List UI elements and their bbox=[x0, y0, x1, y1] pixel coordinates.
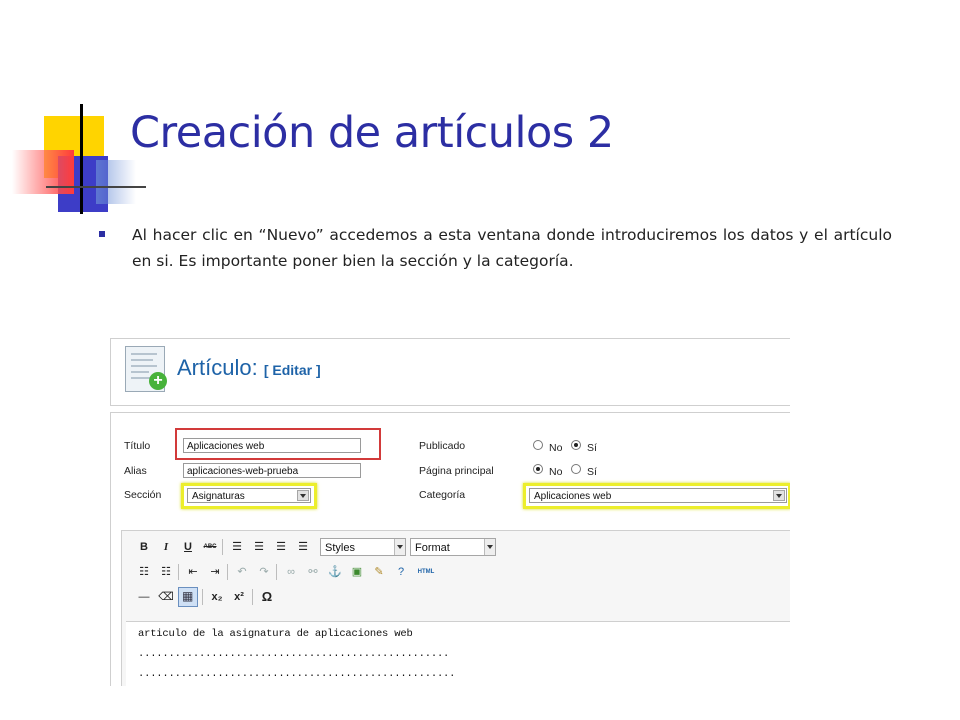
published-yes-radio[interactable] bbox=[571, 440, 581, 450]
slide-title: Creación de artículos 2 bbox=[130, 108, 614, 158]
chevron-down-icon bbox=[394, 539, 405, 555]
section-select-value: Asignaturas bbox=[192, 491, 245, 502]
bullet-marker bbox=[99, 231, 105, 237]
horizontal-rule-icon[interactable]: — bbox=[135, 589, 153, 605]
align-right-icon[interactable]: ☰ bbox=[272, 539, 290, 555]
decor-horizontal-line bbox=[46, 186, 146, 188]
format-dropdown-label: Format bbox=[415, 542, 450, 554]
styles-dropdown[interactable]: Styles bbox=[320, 538, 406, 556]
align-justify-icon[interactable]: ☰ bbox=[294, 539, 312, 555]
align-center-icon[interactable]: ☰ bbox=[250, 539, 268, 555]
help-icon[interactable]: ? bbox=[392, 564, 410, 580]
category-select[interactable]: Aplicaciones web bbox=[529, 488, 787, 503]
frontpage-yes-radio[interactable] bbox=[571, 464, 581, 474]
subscript-button[interactable]: x₂ bbox=[208, 589, 226, 605]
bullet-text: Al hacer clic en “Nuevo” accedemos a est… bbox=[132, 226, 892, 270]
indent-icon[interactable]: ⇥ bbox=[206, 564, 224, 580]
italic-button[interactable]: I bbox=[157, 539, 175, 555]
title-highlight bbox=[175, 428, 381, 460]
redo-icon[interactable]: ↷ bbox=[255, 564, 273, 580]
published-yes-label: Sí bbox=[587, 442, 597, 454]
anchor-icon[interactable]: ⚓ bbox=[326, 564, 344, 580]
decor-blue-gradient bbox=[96, 160, 136, 204]
cleanup-icon[interactable]: ✎ bbox=[370, 564, 388, 580]
category-label: Categoría bbox=[419, 489, 466, 501]
frontpage-yes-label: Sí bbox=[587, 466, 597, 478]
editor-content[interactable]: articulo de la asignatura de aplicacione… bbox=[126, 621, 790, 686]
alias-label: Alias bbox=[124, 465, 147, 477]
chevron-down-icon bbox=[484, 539, 495, 555]
category-select-value: Aplicaciones web bbox=[534, 491, 612, 502]
section-select[interactable]: Asignaturas bbox=[187, 488, 311, 503]
content-line: articulo de la asignatura de aplicacione… bbox=[138, 628, 413, 640]
chevron-down-icon bbox=[297, 490, 309, 501]
section-label: Sección bbox=[124, 489, 162, 501]
outdent-icon[interactable]: ⇤ bbox=[184, 564, 202, 580]
superscript-button[interactable]: x² bbox=[230, 589, 248, 605]
html-button[interactable]: HTML bbox=[414, 564, 438, 580]
embedded-screenshot: + Artículo: [ Editar ] Título Aplicacion… bbox=[110, 338, 790, 686]
content-line: ........................................… bbox=[138, 668, 456, 680]
image-icon[interactable]: ▣ bbox=[348, 564, 366, 580]
article-title-label: Artículo: bbox=[177, 355, 258, 380]
article-edit-label: [ Editar ] bbox=[263, 362, 321, 378]
styles-dropdown-label: Styles bbox=[325, 542, 355, 554]
chevron-down-icon bbox=[773, 490, 785, 501]
format-dropdown[interactable]: Format bbox=[410, 538, 496, 556]
strikethrough-button[interactable]: ABC bbox=[201, 539, 219, 555]
numbered-list-icon[interactable]: ☷ bbox=[157, 564, 175, 580]
article-header: + Artículo: [ Editar ] bbox=[110, 338, 790, 406]
underline-button[interactable]: U bbox=[179, 539, 197, 555]
table-icon[interactable]: ▦ bbox=[178, 587, 198, 607]
published-label: Publicado bbox=[419, 440, 466, 452]
article-title: Artículo: [ Editar ] bbox=[177, 355, 321, 381]
undo-icon[interactable]: ↶ bbox=[233, 564, 251, 580]
content-line: ........................................… bbox=[138, 648, 450, 660]
title-label: Título bbox=[124, 440, 151, 452]
unlink-icon[interactable]: ⚯ bbox=[304, 564, 322, 580]
frontpage-label: Página principal bbox=[419, 465, 494, 477]
frontpage-no-radio[interactable] bbox=[533, 464, 543, 474]
alias-input[interactable]: aplicaciones-web-prueba bbox=[183, 463, 361, 478]
frontpage-no-label: No bbox=[549, 466, 563, 478]
decor-vertical-line bbox=[80, 104, 83, 214]
align-left-icon[interactable]: ☰ bbox=[228, 539, 246, 555]
published-no-radio[interactable] bbox=[533, 440, 543, 450]
published-no-label: No bbox=[549, 442, 563, 454]
bullet-list-icon[interactable]: ☷ bbox=[135, 564, 153, 580]
special-char-button[interactable]: Ω bbox=[258, 589, 276, 605]
eraser-icon[interactable]: ⌫ bbox=[157, 589, 175, 605]
bold-button[interactable]: B bbox=[135, 539, 153, 555]
add-icon: + bbox=[149, 372, 167, 390]
link-icon[interactable]: ∞ bbox=[282, 564, 300, 580]
